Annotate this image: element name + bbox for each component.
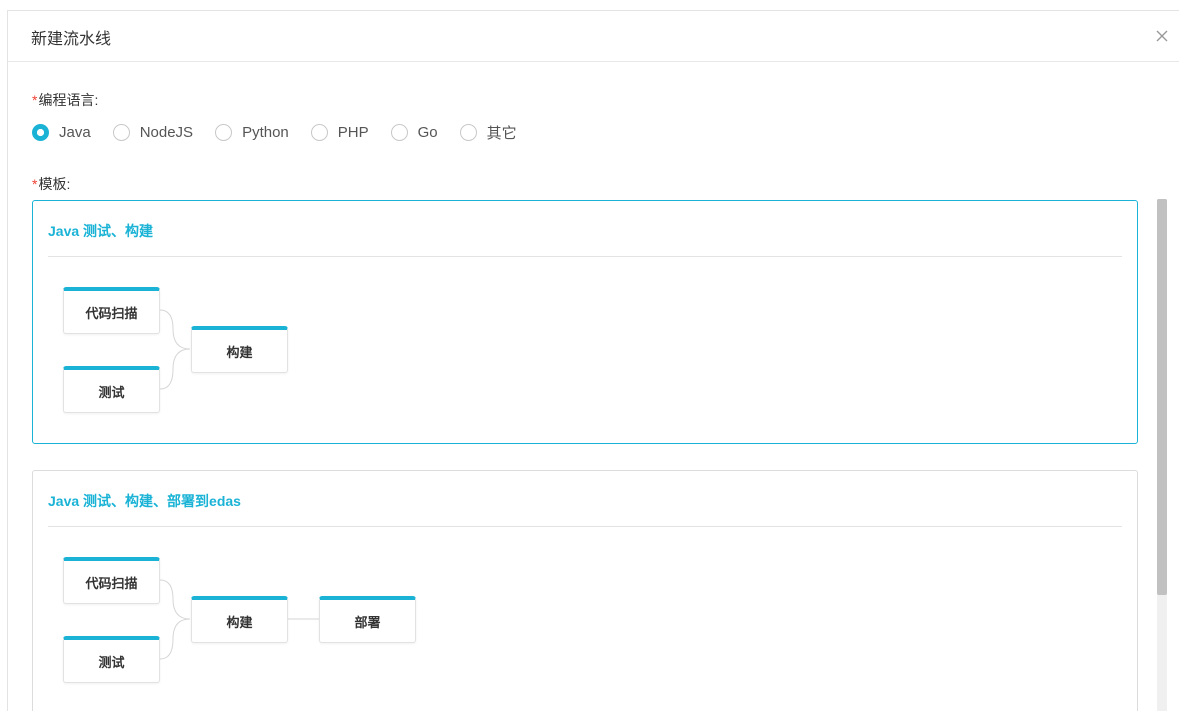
close-button[interactable] xyxy=(1153,27,1171,45)
radio-nodejs[interactable]: NodeJS xyxy=(112,123,194,141)
close-icon xyxy=(1156,30,1168,42)
stage-code-scan: 代码扫描 xyxy=(63,287,160,334)
radio-label: Python xyxy=(242,123,289,141)
new-pipeline-dialog: 新建流水线 *编程语言: Java NodeJS Python PHP Go 其… xyxy=(7,10,1179,711)
radio-unchecked-icon xyxy=(215,123,233,141)
scrollbar-thumb[interactable] xyxy=(1157,199,1167,595)
radio-label: NodeJS xyxy=(139,123,194,141)
dialog-header: 新建流水线 xyxy=(8,11,1179,62)
required-mark: * xyxy=(32,176,38,192)
radio-go[interactable]: Go xyxy=(390,123,438,141)
template-list: Java 测试、构建 代码扫描 测试 构建 Java 测试、构建、部署到edas… xyxy=(8,199,1168,711)
stage-deploy: 部署 xyxy=(319,596,416,643)
radio-label: Go xyxy=(417,123,438,141)
stage-test: 测试 xyxy=(63,636,160,683)
language-label-text: 编程语言: xyxy=(38,92,99,108)
stage-code-scan: 代码扫描 xyxy=(63,557,160,604)
language-label: *编程语言: xyxy=(32,90,98,110)
radio-label: 其它 xyxy=(486,124,517,142)
radio-python[interactable]: Python xyxy=(215,123,289,141)
radio-unchecked-icon xyxy=(390,123,408,141)
stage-build: 构建 xyxy=(191,326,288,373)
radio-unchecked-icon xyxy=(112,123,130,141)
radio-unchecked-icon xyxy=(459,123,477,141)
template-label: *模板: xyxy=(32,174,70,194)
radio-php[interactable]: PHP xyxy=(310,123,369,141)
radio-label: Java xyxy=(59,123,91,141)
template-card-java-test-build-deploy[interactable]: Java 测试、构建、部署到edas 代码扫描 测试 构建 部署 xyxy=(32,470,1138,711)
required-mark: * xyxy=(32,92,38,108)
radio-java[interactable]: Java xyxy=(32,123,91,141)
radio-other[interactable]: 其它 xyxy=(459,122,517,143)
dialog-title: 新建流水线 xyxy=(31,31,112,48)
radio-checked-icon xyxy=(32,123,49,141)
template-card-java-test-build[interactable]: Java 测试、构建 代码扫描 测试 构建 xyxy=(32,200,1138,444)
stage-build: 构建 xyxy=(191,596,288,643)
radio-label: PHP xyxy=(337,123,369,141)
template-label-text: 模板: xyxy=(38,176,71,192)
stage-test: 测试 xyxy=(63,366,160,413)
language-radio-group: Java NodeJS Python PHP Go 其它 xyxy=(32,121,539,143)
radio-unchecked-icon xyxy=(310,123,328,141)
